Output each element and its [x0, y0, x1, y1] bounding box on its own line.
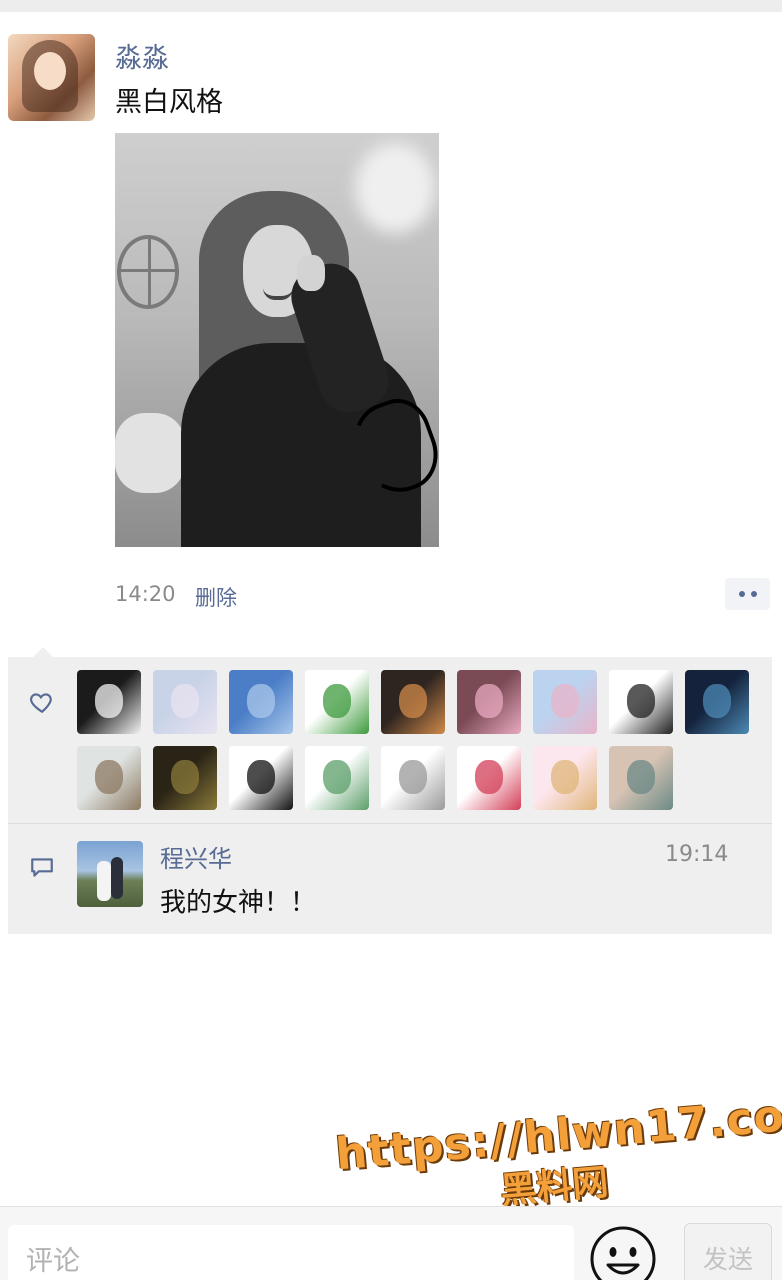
post-author-name[interactable]: 淼淼 — [115, 36, 169, 75]
commenter-name[interactable]: 程兴华 — [160, 839, 232, 874]
comment-input[interactable]: 评论 — [8, 1225, 574, 1280]
like-avatar-black-hair-chibi[interactable] — [229, 746, 293, 810]
heart-icon — [30, 693, 52, 714]
comment-input-bar: 评论 发送 — [0, 1206, 782, 1280]
post-time: 14:20 — [115, 582, 176, 606]
interaction-panel: 程兴华 19:14 我的女神！！ — [8, 647, 772, 934]
like-avatar-dino-cartoon[interactable] — [305, 746, 369, 810]
like-avatar-blue-sky[interactable] — [229, 670, 293, 734]
like-avatar-headphones-girl[interactable] — [381, 670, 445, 734]
post-text: 黑白风格 — [115, 87, 223, 118]
more-dot-icon — [750, 591, 757, 597]
top-bar — [0, 0, 782, 12]
like-avatar-brown-hair-anime[interactable] — [609, 746, 673, 810]
like-avatar-stormtrooper[interactable] — [77, 670, 141, 734]
like-avatar-green-hair-girl[interactable] — [305, 670, 369, 734]
smiley-icon[interactable] — [589, 1225, 657, 1280]
like-avatar-anime-grey-hair[interactable] — [153, 670, 217, 734]
moment-post: 淼淼 黑白风格 14:20 删除 — [0, 12, 782, 657]
like-avatar-panda-meme[interactable] — [609, 670, 673, 734]
more-dot-icon — [738, 591, 745, 597]
commenter-avatar[interactable] — [77, 841, 143, 907]
author-avatar[interactable] — [8, 34, 95, 121]
like-avatar-sketch-girl[interactable] — [381, 746, 445, 810]
like-avatar-owl[interactable] — [77, 746, 141, 810]
like-avatar-red-hair-anime[interactable] — [457, 746, 521, 810]
comment-item[interactable]: 程兴华 19:14 我的女神！！ — [8, 824, 772, 934]
like-avatar-dark-anime[interactable] — [153, 746, 217, 810]
comment-time: 19:14 — [665, 842, 729, 867]
panel-pointer — [33, 647, 53, 657]
more-actions-button[interactable] — [725, 578, 770, 610]
send-button[interactable]: 发送 — [684, 1223, 772, 1280]
comment-text: 我的女神！！ — [160, 888, 317, 918]
like-avatar-blonde-anime[interactable] — [533, 746, 597, 810]
like-avatar-night-anime[interactable] — [685, 670, 749, 734]
likes-section — [8, 657, 772, 823]
like-avatar-anime-sky-scene[interactable] — [533, 670, 597, 734]
like-avatar-flower-girl[interactable] — [457, 670, 521, 734]
post-photo[interactable] — [115, 133, 439, 547]
delete-link[interactable]: 删除 — [195, 582, 237, 612]
comment-icon — [31, 858, 53, 877]
